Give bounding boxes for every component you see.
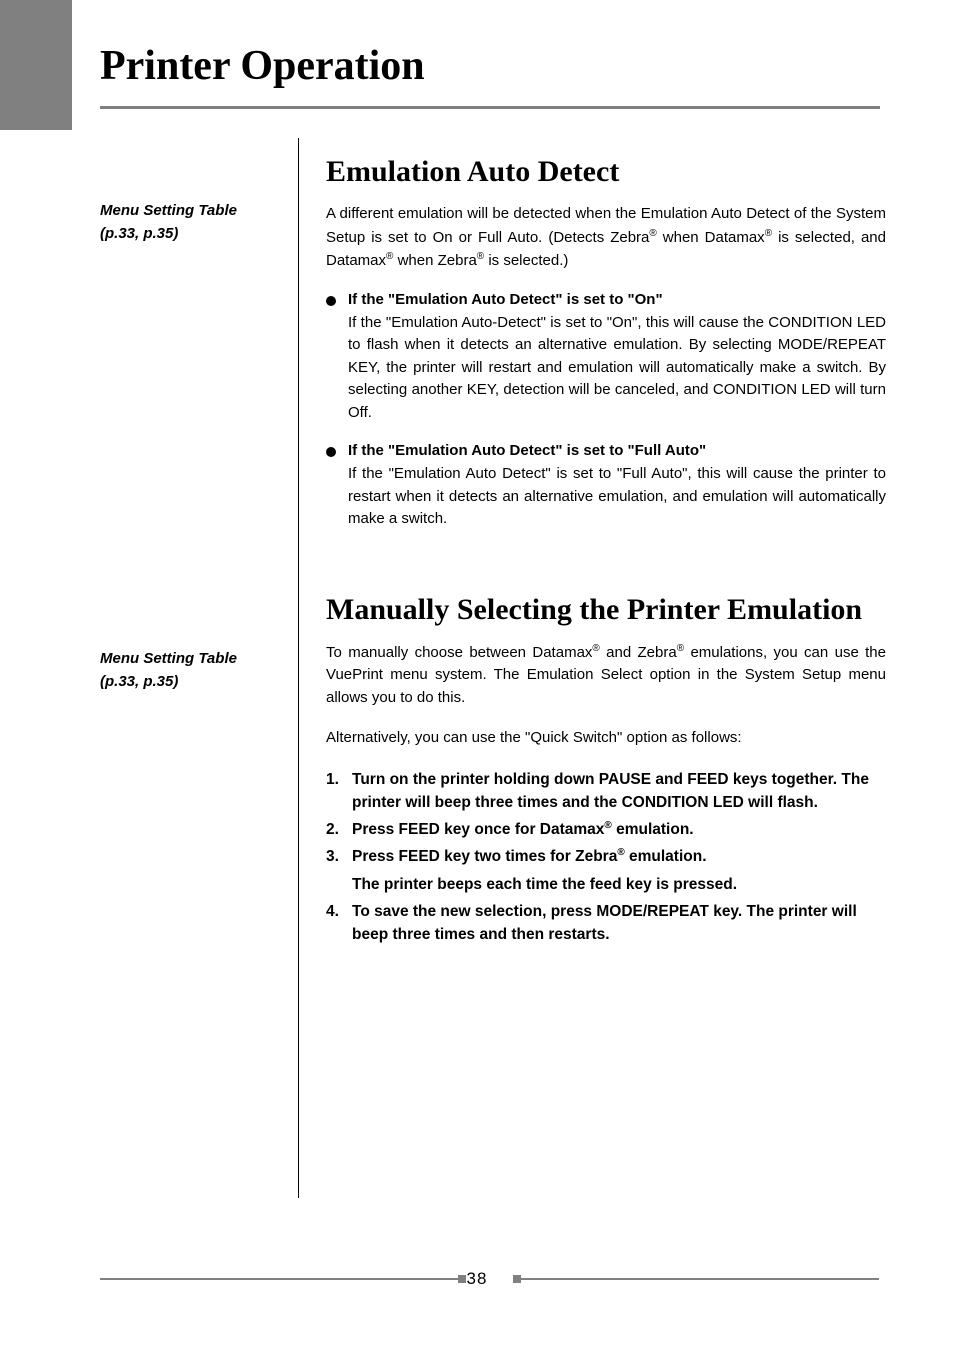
section-heading-manual: Manually Selecting the Printer Emulation — [326, 593, 886, 627]
step-3: 3. Press FEED key two times for Zebra® e… — [326, 845, 886, 868]
bullet-dot-icon — [326, 447, 336, 457]
intro-paragraph-2: To manually choose between Datamax® and … — [326, 641, 886, 710]
footer-decoration-right — [513, 1275, 521, 1283]
intro-paragraph: A different emulation will be detected w… — [326, 203, 886, 273]
bullet-dot-icon — [326, 296, 336, 306]
bullet-heading-text: If the "Emulation Auto Detect" is set to… — [348, 291, 663, 308]
step-number: 1. — [326, 768, 352, 815]
bullet-body: If the "Emulation Auto-Detect" is set to… — [326, 312, 886, 425]
alt-paragraph: Alternatively, you can use the "Quick Sw… — [326, 727, 886, 750]
text-fragment: Press FEED key once for Datamax — [352, 821, 604, 838]
page-number: 38 — [467, 1269, 488, 1289]
bullet-section-fullauto: If the "Emulation Auto Detect" is set to… — [326, 442, 886, 531]
text-fragment: To manually choose between Datamax — [326, 644, 592, 661]
sidenote-title: Menu Setting Table — [100, 650, 237, 667]
bullet-section-on: If the "Emulation Auto Detect" is set to… — [326, 291, 886, 425]
section-heading-emulation: Emulation Auto Detect — [326, 155, 886, 189]
footer-rule-right — [521, 1278, 879, 1280]
text-fragment: emulation. — [612, 821, 694, 838]
step-text: Press FEED key once for Datamax® emulati… — [352, 818, 886, 841]
bullet-heading-text: If the "Emulation Auto Detect" is set to… — [348, 442, 706, 459]
sidenote-pages: (p.33, p.35) — [100, 673, 178, 690]
content-area: Emulation Auto Detect A different emulat… — [326, 155, 886, 951]
step-4: 4. To save the new selection, press MODE… — [326, 900, 886, 947]
text-fragment: when Datamax — [657, 229, 765, 246]
text-fragment: is selected.) — [484, 252, 568, 269]
registered-mark: ® — [677, 643, 684, 654]
step-text: Press FEED key two times for Zebra® emul… — [352, 845, 886, 868]
footer-rule-left — [100, 1278, 458, 1280]
step-text: Turn on the printer holding down PAUSE a… — [352, 768, 886, 815]
steps-list: 1. Turn on the printer holding down PAUS… — [326, 768, 886, 947]
title-rule — [100, 106, 880, 109]
registered-mark: ® — [604, 820, 611, 831]
text-fragment: Press FEED key two times for Zebra — [352, 849, 617, 866]
step-2: 2. Press FEED key once for Datamax® emul… — [326, 818, 886, 841]
registered-mark: ® — [617, 847, 624, 858]
step-number: 3. — [326, 845, 352, 868]
bullet-body: If the "Emulation Auto Detect" is set to… — [326, 463, 886, 531]
bullet-heading: If the "Emulation Auto Detect" is set to… — [326, 442, 886, 459]
chapter-number: 2 — [22, 25, 68, 131]
registered-mark: ® — [649, 228, 656, 239]
text-fragment: when Zebra — [393, 252, 476, 269]
registered-mark: ® — [592, 643, 599, 654]
step-text: To save the new selection, press MODE/RE… — [352, 900, 886, 947]
sidenote-pages: (p.33, p.35) — [100, 225, 178, 242]
registered-mark: ® — [765, 228, 772, 239]
sidebar-note-2: Menu Setting Table (p.33, p.35) — [100, 648, 275, 693]
step-number: 4. — [326, 900, 352, 947]
step-1: 1. Turn on the printer holding down PAUS… — [326, 768, 886, 815]
chapter-title: Printer Operation — [100, 42, 425, 90]
sidenote-title: Menu Setting Table — [100, 202, 237, 219]
bullet-heading: If the "Emulation Auto Detect" is set to… — [326, 291, 886, 308]
sidebar-note-1: Menu Setting Table (p.33, p.35) — [100, 200, 275, 245]
vertical-divider — [298, 138, 299, 1198]
step-3-continuation: The printer beeps each time the feed key… — [326, 873, 886, 896]
step-number: 2. — [326, 818, 352, 841]
footer-decoration-left — [458, 1275, 466, 1283]
text-fragment: emulation. — [625, 849, 707, 866]
text-fragment: and Zebra — [600, 644, 677, 661]
